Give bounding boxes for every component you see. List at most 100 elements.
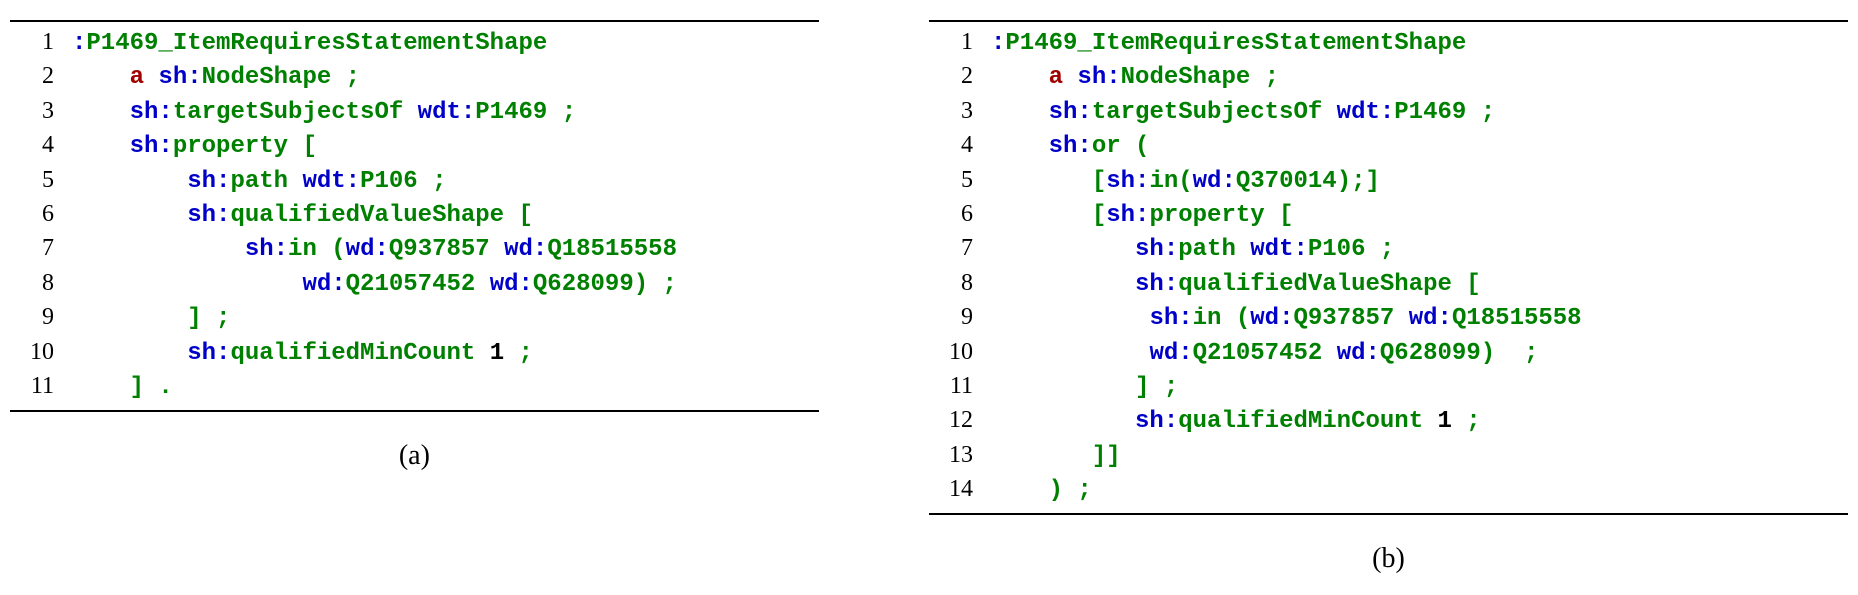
line-number: 7 — [10, 232, 72, 264]
code-token: [ — [1265, 202, 1294, 229]
code-token: ) ; — [634, 271, 677, 298]
code-token — [1423, 408, 1437, 435]
code-token — [72, 236, 245, 263]
code-token — [1322, 99, 1336, 126]
code-token: sh: — [130, 133, 173, 160]
code-line: 13 ]] — [929, 439, 1848, 473]
code-token — [72, 202, 187, 229]
code-content: :P1469_ItemRequiresStatementShape — [72, 28, 547, 60]
code-token — [288, 168, 302, 195]
code-content: sh:targetSubjectsOf wdt:P1469 ; — [991, 97, 1495, 129]
code-token: wd: — [1250, 305, 1293, 332]
code-token: sh: — [130, 99, 173, 126]
code-line: 9 sh:in (wd:Q937857 wd:Q18515558 — [929, 301, 1848, 335]
code-content: ]] — [991, 441, 1121, 473]
code-content: a sh:NodeShape ; — [72, 62, 360, 94]
code-token: qualifiedValueShape — [230, 202, 504, 229]
code-token: Q937857 — [389, 236, 490, 263]
code-token: in — [1149, 168, 1178, 195]
line-number: 13 — [929, 439, 991, 471]
line-number: 3 — [10, 95, 72, 127]
line-number: 4 — [10, 129, 72, 161]
code-token: a — [1049, 64, 1063, 91]
code-token: P1469 — [475, 99, 547, 126]
code-token: P106 — [1308, 236, 1366, 263]
code-token: P1469_ItemRequiresStatementShape — [1005, 30, 1466, 57]
code-line: 4 sh:property [ — [10, 129, 819, 163]
code-token: wdt: — [302, 168, 360, 195]
code-line: 10 wd:Q21057452 wd:Q628099) ; — [929, 336, 1848, 370]
code-token: Q937857 — [1294, 305, 1395, 332]
code-token: sh: — [187, 168, 230, 195]
caption-b: (b) — [1372, 543, 1405, 575]
line-number: 3 — [929, 95, 991, 127]
code-token: [ — [991, 202, 1106, 229]
code-token — [991, 408, 1135, 435]
code-token: ( — [1221, 305, 1250, 332]
code-token: 1 — [1438, 408, 1452, 435]
code-content: sh:or ( — [991, 131, 1149, 163]
code-token — [72, 271, 302, 298]
code-token: : — [72, 30, 86, 57]
code-token: Q21057452 — [1193, 340, 1323, 367]
line-number: 4 — [929, 129, 991, 161]
line-number: 2 — [10, 60, 72, 92]
code-token: qualifiedValueShape — [1178, 271, 1452, 298]
code-line: 5 [sh:in(wd:Q370014);] — [929, 164, 1848, 198]
panel-b: 1:P1469_ItemRequiresStatementShape 2 a sh… — [929, 20, 1848, 575]
code-token — [991, 305, 1149, 332]
line-number: 9 — [929, 301, 991, 333]
code-line: 11 ] . — [10, 370, 819, 404]
code-token: qualifiedMinCount — [1178, 408, 1423, 435]
code-line: 14 ) ; — [929, 473, 1848, 507]
code-token: : — [991, 30, 1005, 57]
code-token: wd: — [1149, 340, 1192, 367]
code-token: Q18515558 — [547, 236, 677, 263]
code-line: 2 a sh:NodeShape ; — [929, 60, 1848, 94]
line-number: 11 — [929, 370, 991, 402]
code-token — [72, 340, 187, 367]
code-token: ; — [1452, 408, 1481, 435]
code-token: wdt: — [1250, 236, 1308, 263]
code-token: [ — [288, 133, 317, 160]
code-token: wd: — [346, 236, 389, 263]
code-token: ; — [418, 168, 447, 195]
code-token: or — [1092, 133, 1121, 160]
code-line: 8 sh:qualifiedValueShape [ — [929, 267, 1848, 301]
code-token: Q628099 — [1380, 340, 1481, 367]
code-line: 6 [sh:property [ — [929, 198, 1848, 232]
code-content: sh:qualifiedMinCount 1 ; — [991, 406, 1481, 438]
code-content: wd:Q21057452 wd:Q628099) ; — [991, 338, 1538, 370]
code-token: sh: — [1049, 99, 1092, 126]
code-token — [490, 236, 504, 263]
code-token — [1394, 305, 1408, 332]
code-content: wd:Q21057452 wd:Q628099) ; — [72, 269, 677, 301]
code-token: ; — [547, 99, 576, 126]
code-token — [991, 64, 1049, 91]
code-token: P1469 — [1394, 99, 1466, 126]
code-token: P106 — [360, 168, 418, 195]
code-token: sh: — [187, 202, 230, 229]
code-token: 1 — [490, 340, 504, 367]
line-number: 2 — [929, 60, 991, 92]
code-token: ( — [1121, 133, 1150, 160]
code-token: sh: — [1149, 305, 1192, 332]
code-content: sh:qualifiedValueShape [ — [991, 269, 1481, 301]
code-token: sh: — [158, 64, 201, 91]
code-token — [475, 271, 489, 298]
code-token: sh: — [1106, 168, 1149, 195]
line-number: 7 — [929, 232, 991, 264]
code-line: 11 ] ; — [929, 370, 1848, 404]
code-token: sh: — [1077, 64, 1120, 91]
code-token: sh: — [245, 236, 288, 263]
code-token: path — [1178, 236, 1236, 263]
code-token: Q628099 — [533, 271, 634, 298]
code-content: sh:qualifiedMinCount 1 ; — [72, 338, 533, 370]
line-number: 14 — [929, 473, 991, 505]
code-token — [72, 168, 187, 195]
code-token: sh: — [187, 340, 230, 367]
code-token: ) ; — [1481, 340, 1539, 367]
code-token: ; — [1365, 236, 1394, 263]
line-number: 8 — [929, 267, 991, 299]
code-token: wdt: — [418, 99, 476, 126]
